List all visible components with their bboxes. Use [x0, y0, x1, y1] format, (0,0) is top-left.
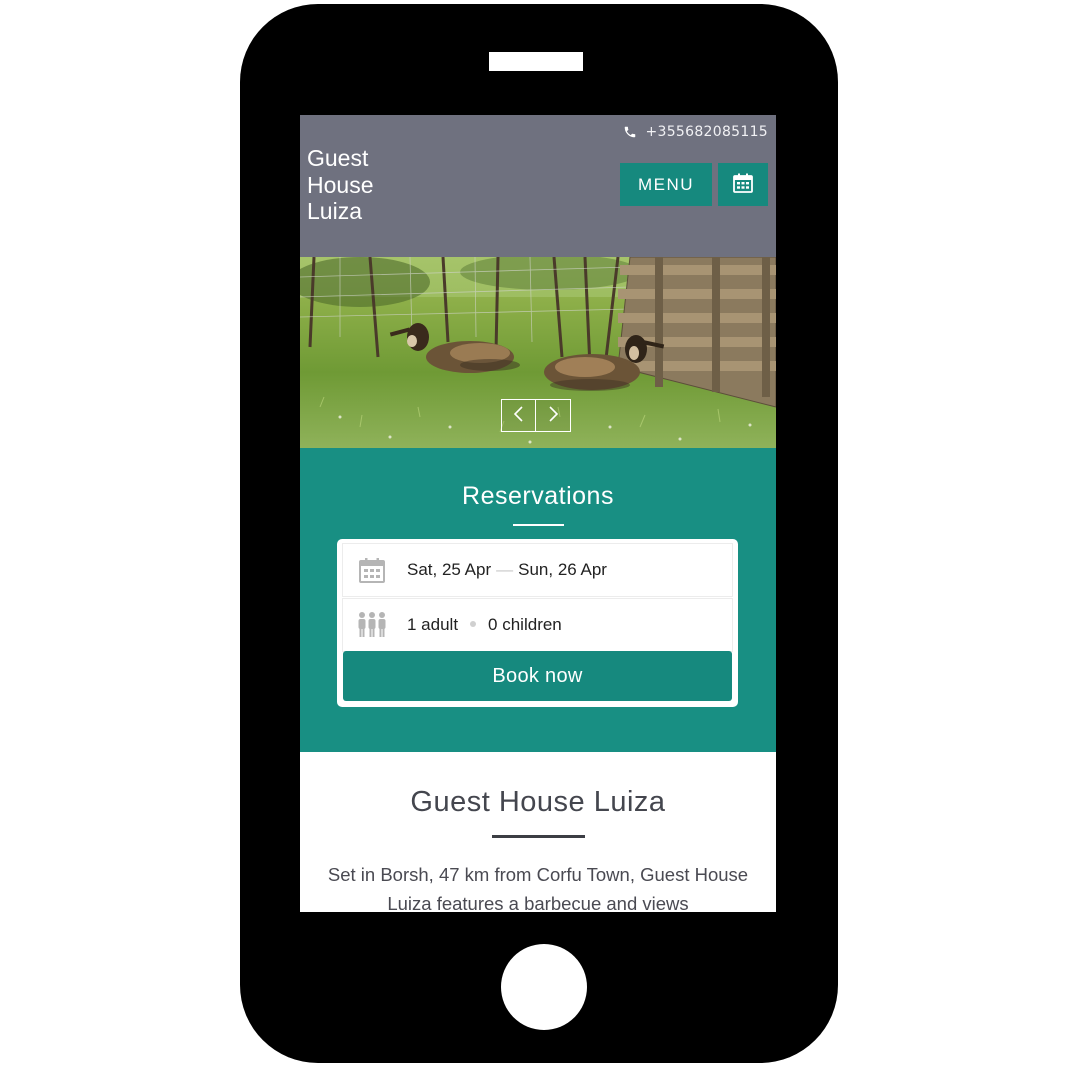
guests-field[interactable]: 1 adult 0 children [343, 599, 732, 651]
book-now-button[interactable]: Book now [343, 651, 732, 701]
site-header: +355682085115 Guest House Luiza MENU [300, 115, 776, 257]
brand-line: Guest [307, 145, 369, 171]
booking-calendar-button[interactable] [718, 163, 768, 206]
menu-button[interactable]: MENU [620, 163, 712, 206]
phone-number: +355682085115 [645, 124, 768, 140]
children-count: 0 children [488, 615, 562, 634]
reservation-form: Sat, 25 Apr — Sun, 26 Apr 1 adult 0 chil… [337, 539, 738, 707]
guests-separator [470, 621, 477, 627]
check-in-date: Sat, 25 Apr [407, 560, 492, 579]
date-separator: — [496, 560, 514, 579]
about-title: Guest House Luiza [410, 786, 666, 818]
phone-home-button[interactable] [501, 944, 587, 1030]
mobile-screen: +355682085115 Guest House Luiza MENU Res… [300, 115, 776, 912]
contact-phone[interactable]: +355682085115 [623, 124, 768, 140]
hero-slideshow [300, 257, 776, 448]
check-out-date: Sun, 26 Apr [518, 560, 607, 579]
reservations-title: Reservations [462, 482, 614, 510]
about-title-underline [492, 835, 585, 838]
calendar-icon [357, 556, 387, 584]
date-range-field[interactable]: Sat, 25 Apr — Sun, 26 Apr [343, 544, 732, 596]
about-section: Guest House Luiza Set in Borsh, 47 km fr… [300, 752, 776, 912]
site-logo[interactable]: Guest House Luiza [307, 145, 427, 225]
slider-prev-button[interactable] [501, 399, 536, 432]
reservations-section: Reservations Sat, 25 Apr — Sun, 26 Apr 1… [300, 448, 776, 752]
brand-line: Luiza [307, 198, 362, 224]
chevron-right-icon [546, 405, 560, 427]
adults-count: 1 adult [407, 615, 459, 634]
chevron-left-icon [512, 405, 526, 427]
brand-line: House [307, 171, 374, 198]
phone-icon [623, 125, 637, 139]
people-icon [357, 611, 387, 639]
slider-controls [501, 399, 571, 432]
about-description: Set in Borsh, 47 km from Corfu Town, Gue… [327, 864, 749, 912]
title-underline [513, 524, 564, 526]
slider-next-button[interactable] [536, 399, 571, 432]
phone-speaker [489, 52, 583, 71]
calendar-icon [732, 172, 754, 197]
